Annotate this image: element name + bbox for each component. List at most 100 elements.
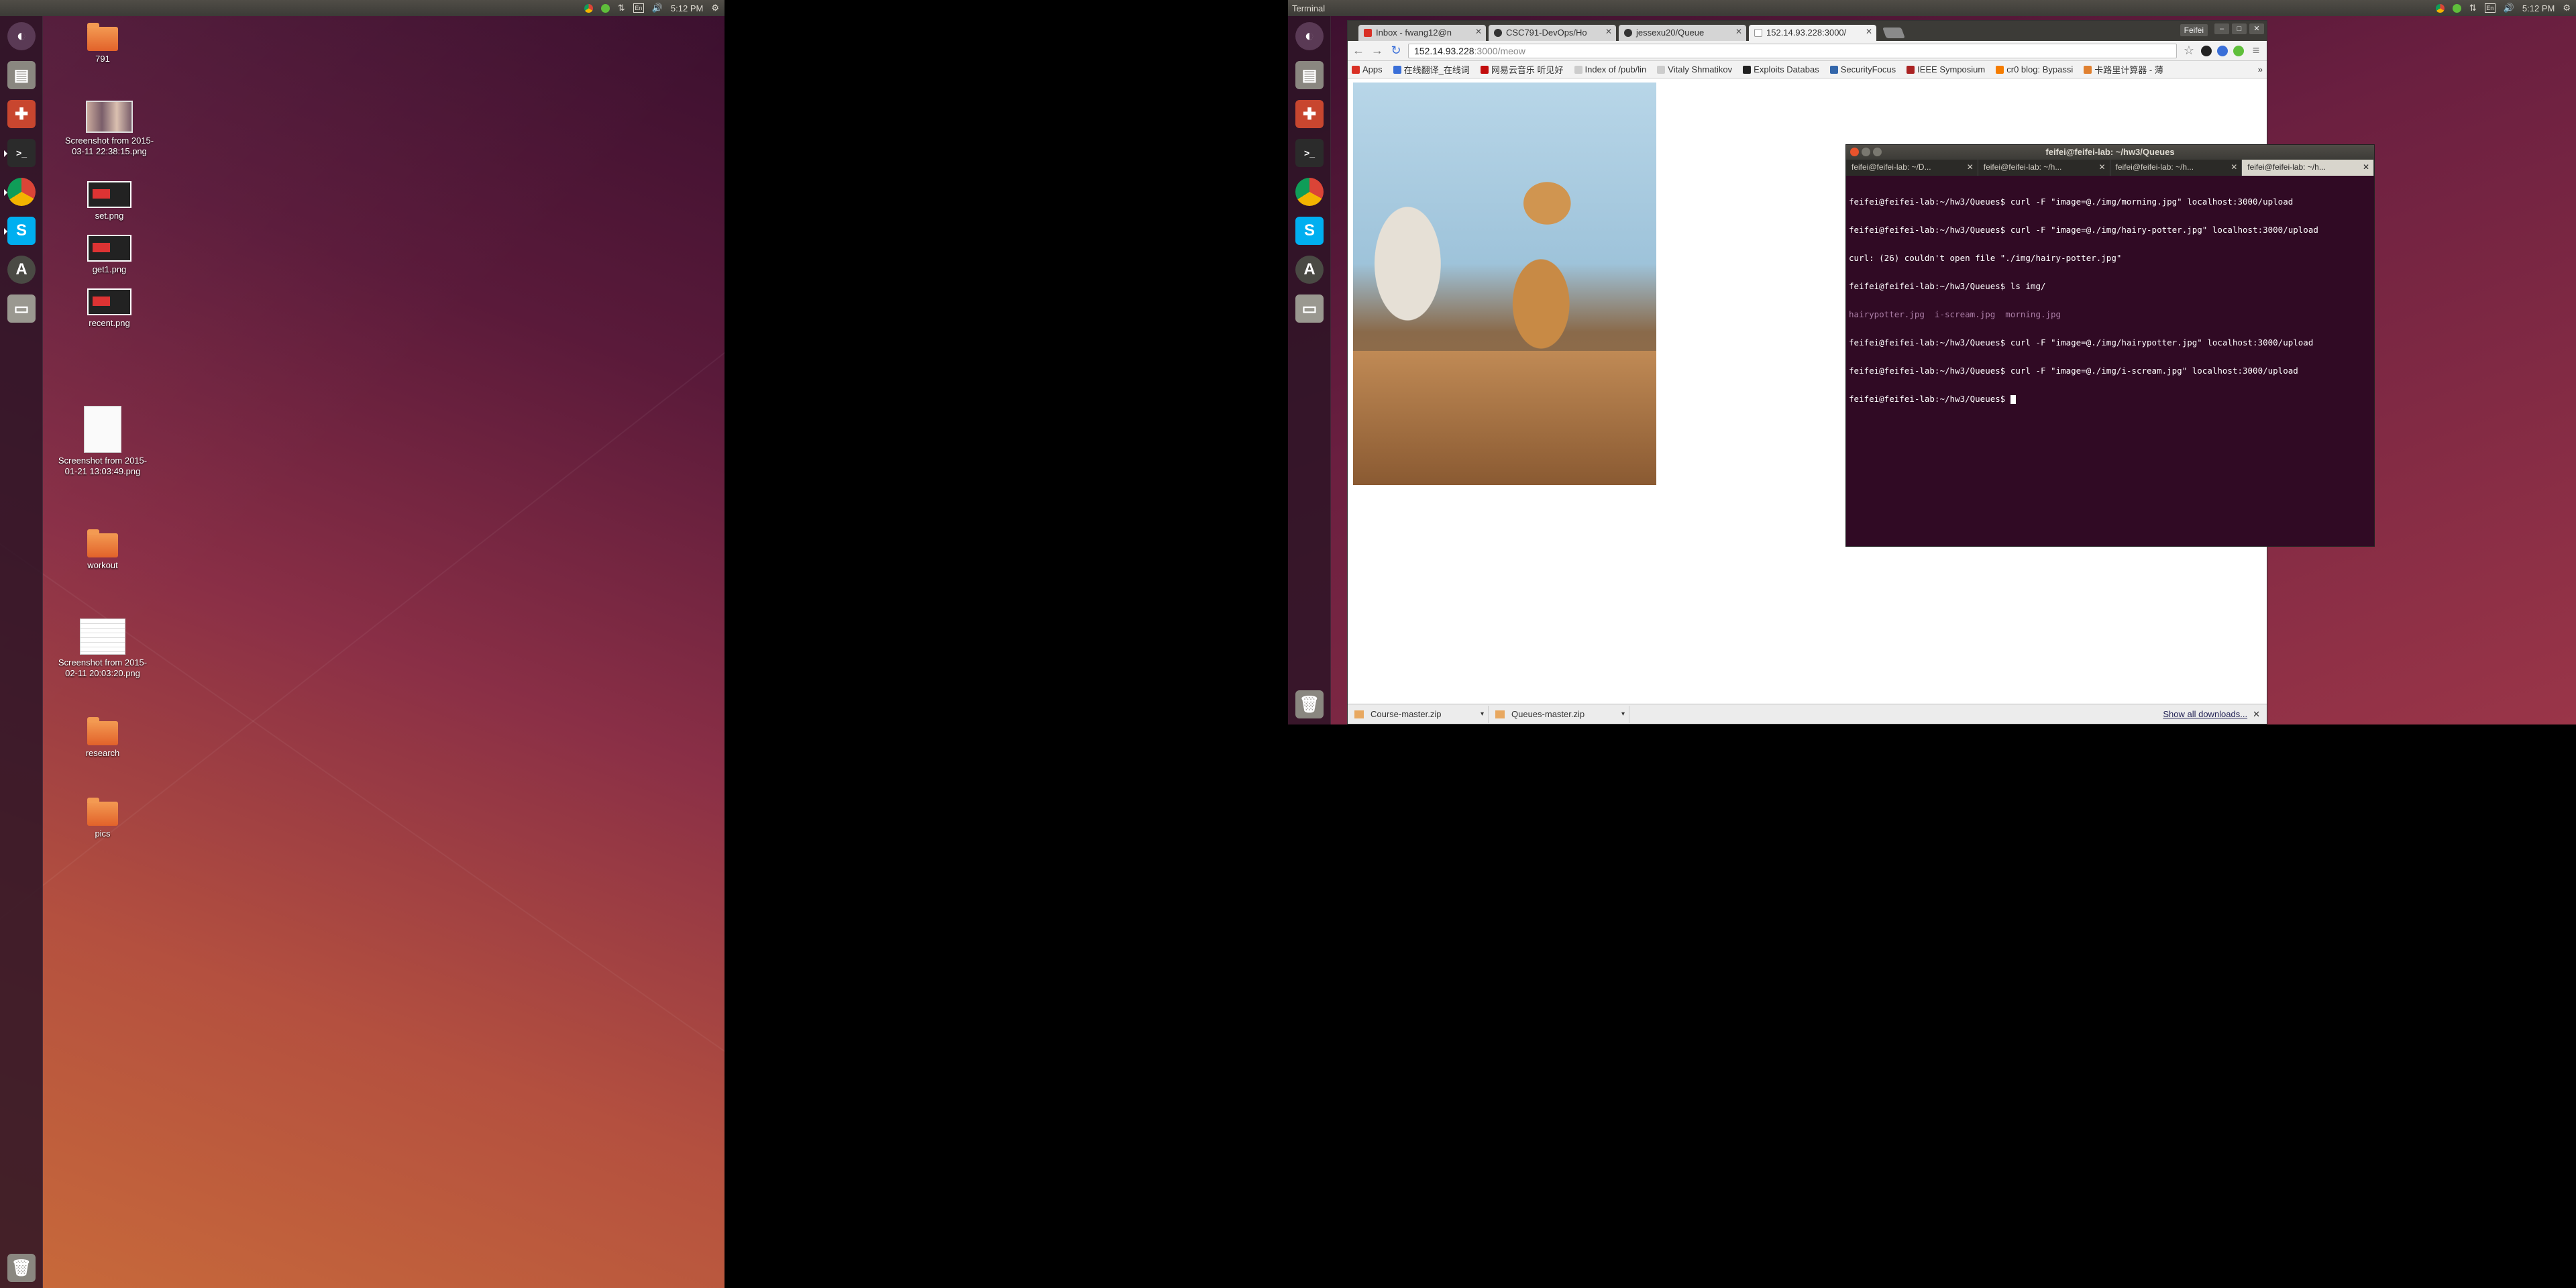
tab-queue[interactable]: jessexu20/Queue ✕ [1619, 25, 1746, 41]
show-all-downloads-link[interactable]: Show all downloads... [2163, 709, 2247, 719]
desktop-folder-pics[interactable]: pics [56, 798, 150, 839]
close-tab-icon[interactable]: ✕ [2363, 162, 2369, 172]
reload-icon[interactable]: ↻ [1389, 44, 1403, 58]
close-tab-icon[interactable]: ✕ [2231, 162, 2237, 172]
close-button[interactable]: ✕ [2249, 23, 2264, 34]
chrome-indicator-icon[interactable] [2435, 3, 2445, 13]
terminal-tab[interactable]: feifei@feifei-lab: ~/D... ✕ [1846, 160, 1978, 176]
gear-icon[interactable]: ⚙ [711, 3, 719, 13]
dropdown-caret-icon[interactable]: ▾ [1621, 710, 1625, 718]
clock[interactable]: 5:12 PM [2522, 3, 2555, 13]
maximize-button[interactable] [1873, 148, 1882, 156]
transfer-arrows-icon[interactable]: ⇅ [2469, 3, 2477, 13]
dash-home-button[interactable]: ◐ [4, 19, 39, 54]
terminal-output[interactable]: feifei@feifei-lab:~/hw3/Queues$ curl -F … [1846, 176, 2374, 425]
desktop-file-get1[interactable]: get1.png [62, 235, 156, 275]
bookmark-item[interactable]: SecurityFocus [1829, 64, 1896, 74]
chrome-launcher[interactable] [4, 174, 39, 209]
files-launcher[interactable]: ▤ [4, 58, 39, 93]
desktop-file-set[interactable]: set.png [62, 181, 156, 221]
software-updater-launcher[interactable]: A [1292, 252, 1327, 287]
terminal-tab[interactable]: feifei@feifei-lab: ~/h... ✕ [2110, 160, 2243, 176]
back-arrow-icon[interactable]: ← [1352, 44, 1365, 58]
bookmark-star-icon[interactable]: ☆ [2182, 44, 2196, 58]
dropdown-caret-icon[interactable]: ▾ [1481, 710, 1484, 718]
close-tab-icon[interactable]: ✕ [1605, 27, 1612, 36]
address-bar[interactable]: 152.14.93.228:3000/meow [1408, 43, 2177, 58]
bookmark-item[interactable]: IEEE Symposium [1907, 64, 1985, 74]
close-tab-icon[interactable]: ✕ [1866, 27, 1872, 36]
terminal-line: feifei@feifei-lab:~/hw3/Queues$ curl -F … [1849, 366, 2298, 376]
new-tab-button[interactable] [1882, 28, 1905, 38]
trash-launcher[interactable]: 🗑 [4, 1250, 39, 1285]
download-item[interactable]: Course-master.zip ▾ [1348, 705, 1489, 723]
desktop-file-screenshot[interactable]: Screenshot from 2015-03-11 22:38:15.png [62, 101, 156, 157]
chrome-icon [1295, 178, 1324, 206]
menu-icon[interactable]: ≡ [2249, 44, 2263, 58]
tab-meow[interactable]: 152.14.93.228:3000/ ✕ [1749, 25, 1876, 41]
removable-drive-launcher[interactable]: ▭ [4, 291, 39, 326]
trash-launcher[interactable]: 🗑 [1292, 687, 1327, 722]
keyboard-layout-indicator[interactable]: En [633, 3, 644, 13]
close-tab-icon[interactable]: ✕ [1967, 162, 1974, 172]
extension-icon[interactable] [2217, 45, 2228, 56]
close-tab-icon[interactable]: ✕ [1475, 27, 1482, 36]
desktop-folder-791[interactable]: 791 [56, 23, 150, 64]
drive-icon: ▭ [7, 294, 36, 323]
maximize-button[interactable]: □ [2232, 23, 2247, 34]
clock[interactable]: 5:12 PM [671, 3, 703, 13]
minimize-button[interactable]: – [2214, 23, 2229, 34]
gear-icon[interactable]: ⚙ [2563, 3, 2571, 13]
terminal-launcher[interactable]: >_ [4, 136, 39, 170]
system-settings-launcher[interactable]: ✚ [4, 97, 39, 131]
network-status-icon[interactable] [2452, 3, 2461, 13]
desktop-file-recent[interactable]: recent.png [62, 288, 156, 329]
close-tab-icon[interactable]: ✕ [2098, 162, 2105, 172]
skype-launcher[interactable]: S [1292, 213, 1327, 248]
skype-launcher[interactable]: S [4, 213, 39, 248]
bookmarks-overflow-icon[interactable]: » [2258, 64, 2263, 74]
desktop-file-screenshot[interactable]: Screenshot from 2015-02-11 20:03:20.png [56, 619, 150, 679]
volume-icon[interactable]: 🔊 [2504, 3, 2514, 13]
bookmark-item[interactable]: Vitaly Shmatikov [1657, 64, 1732, 74]
software-updater-launcher[interactable]: A [4, 252, 39, 287]
bookmark-item[interactable]: 卡路里计算器 - 薄 [2084, 63, 2163, 76]
terminal-tab-active[interactable]: feifei@feifei-lab: ~/h... ✕ [2242, 160, 2374, 176]
close-button[interactable] [1850, 148, 1859, 156]
volume-icon[interactable]: 🔊 [652, 3, 663, 13]
bookmark-item[interactable]: Exploits Databas [1743, 64, 1819, 74]
files-launcher[interactable]: ▤ [1292, 58, 1327, 93]
tab-csc791[interactable]: CSC791-DevOps/Ho ✕ [1489, 25, 1616, 41]
desktop-file-screenshot[interactable]: Screenshot from 2015-01-21 13:03:49.png [56, 406, 150, 477]
profile-button[interactable]: Feifei [2180, 24, 2208, 36]
extension-icon[interactable] [2233, 45, 2244, 56]
terminal-line: curl: (26) couldn't open file "./img/hai… [1849, 253, 2122, 263]
bookmark-item[interactable]: Index of /pub/lin [1574, 64, 1646, 74]
system-settings-launcher[interactable]: ✚ [1292, 97, 1327, 131]
bookmark-item[interactable]: Apps [1352, 64, 1383, 74]
minimize-button[interactable] [1862, 148, 1870, 156]
chrome-indicator-icon[interactable] [584, 3, 593, 13]
tab-inbox[interactable]: Inbox - fwang12@n ✕ [1358, 25, 1486, 41]
terminal-tab[interactable]: feifei@feifei-lab: ~/h... ✕ [1978, 160, 2110, 176]
desktop-folder-research[interactable]: research [56, 717, 150, 759]
folder-icon [87, 798, 118, 826]
terminal-icon: >_ [7, 139, 36, 167]
download-item[interactable]: Queues-master.zip ▾ [1489, 705, 1629, 723]
forward-arrow-icon[interactable]: → [1371, 44, 1384, 58]
bookmark-item[interactable]: 网易云音乐 听见好 [1480, 63, 1564, 76]
network-status-icon[interactable] [600, 3, 610, 13]
dash-home-button[interactable]: ◐ [1292, 19, 1327, 54]
bookmark-item[interactable]: 在线翻译_在线词 [1393, 63, 1470, 76]
close-downloads-bar-icon[interactable]: ✕ [2253, 709, 2260, 720]
close-tab-icon[interactable]: ✕ [1735, 27, 1742, 36]
terminal-launcher[interactable]: >_ [1292, 136, 1327, 170]
bookmark-item[interactable]: cr0 blog: Bypassi [1996, 64, 2073, 74]
removable-drive-launcher[interactable]: ▭ [1292, 291, 1327, 326]
keyboard-layout-indicator[interactable]: En [2484, 3, 2496, 13]
extension-icon[interactable] [2201, 45, 2212, 56]
transfer-arrows-icon[interactable]: ⇅ [618, 3, 625, 13]
chrome-launcher[interactable] [1292, 174, 1327, 209]
bookmark-label: IEEE Symposium [1917, 64, 1986, 74]
desktop-folder-workout[interactable]: workout [56, 529, 150, 571]
